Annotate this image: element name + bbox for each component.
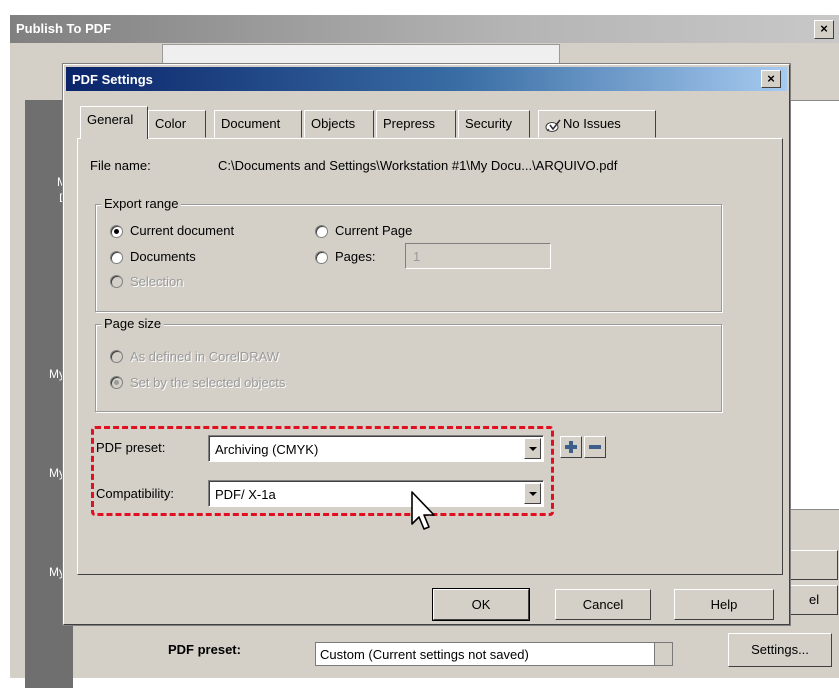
dialog-close-button[interactable]: × [761,70,781,88]
set-by-selected-label: Set by the selected objects [130,375,286,390]
check-bubble-icon [545,119,561,132]
radio-pages[interactable] [315,251,328,264]
radio-selection [110,275,123,288]
mouse-pointer-icon [411,491,435,530]
current-document-label[interactable]: Current document [130,223,234,238]
outer-settings-button[interactable]: Settings... [728,633,832,667]
tab-no-issues-label: No Issues [563,116,621,131]
tab-color[interactable]: Color [148,110,206,138]
help-button[interactable]: Help [674,589,774,620]
documents-label[interactable]: Documents [130,249,196,264]
outer-close-button[interactable]: × [814,20,834,39]
tab-security[interactable]: Security [458,110,530,138]
file-name-value: C:\Documents and Settings\Workstation #1… [218,158,618,173]
tab-objects[interactable]: Objects [304,110,374,138]
outer-preset-combo[interactable]: Custom (Current settings not saved) [315,642,673,666]
tab-no-issues[interactable]: No Issues [538,110,656,138]
outer-preset-label: PDF preset: [168,642,241,657]
page-size-group [95,324,722,412]
tab-general[interactable]: General [80,106,148,139]
pages-label[interactable]: Pages: [335,249,375,264]
outer-top-field[interactable] [162,44,560,64]
selection-label: Selection [130,274,184,289]
highlight-annotation [91,426,554,516]
page-size-legend: Page size [101,316,165,331]
file-name-label: File name: [90,158,151,173]
plus-icon [565,441,577,453]
tab-document[interactable]: Document [214,110,302,138]
radio-documents[interactable] [110,251,123,264]
remove-preset-button[interactable] [584,436,606,458]
as-defined-label: As defined in CorelDRAW [130,349,280,364]
cancel-button[interactable]: Cancel [555,589,651,620]
add-preset-button[interactable] [560,436,582,458]
dialog-title: PDF Settings [66,67,787,91]
export-range-legend: Export range [101,196,182,211]
outer-window-title: Publish To PDF [10,15,839,43]
current-page-label[interactable]: Current Page [335,223,412,238]
radio-set-by-selected [110,376,123,389]
minus-icon [589,445,601,449]
pages-input[interactable]: 1 [405,243,551,269]
radio-current-document[interactable] [110,225,123,238]
outer-preset-dropdown-button[interactable] [654,643,672,665]
radio-as-defined [110,350,123,363]
pdf-settings-dialog: PDF Settings × General Color Document Ob… [63,64,790,625]
radio-current-page[interactable] [315,225,328,238]
tab-prepress[interactable]: Prepress [376,110,456,138]
ok-button[interactable]: OK [433,589,529,620]
